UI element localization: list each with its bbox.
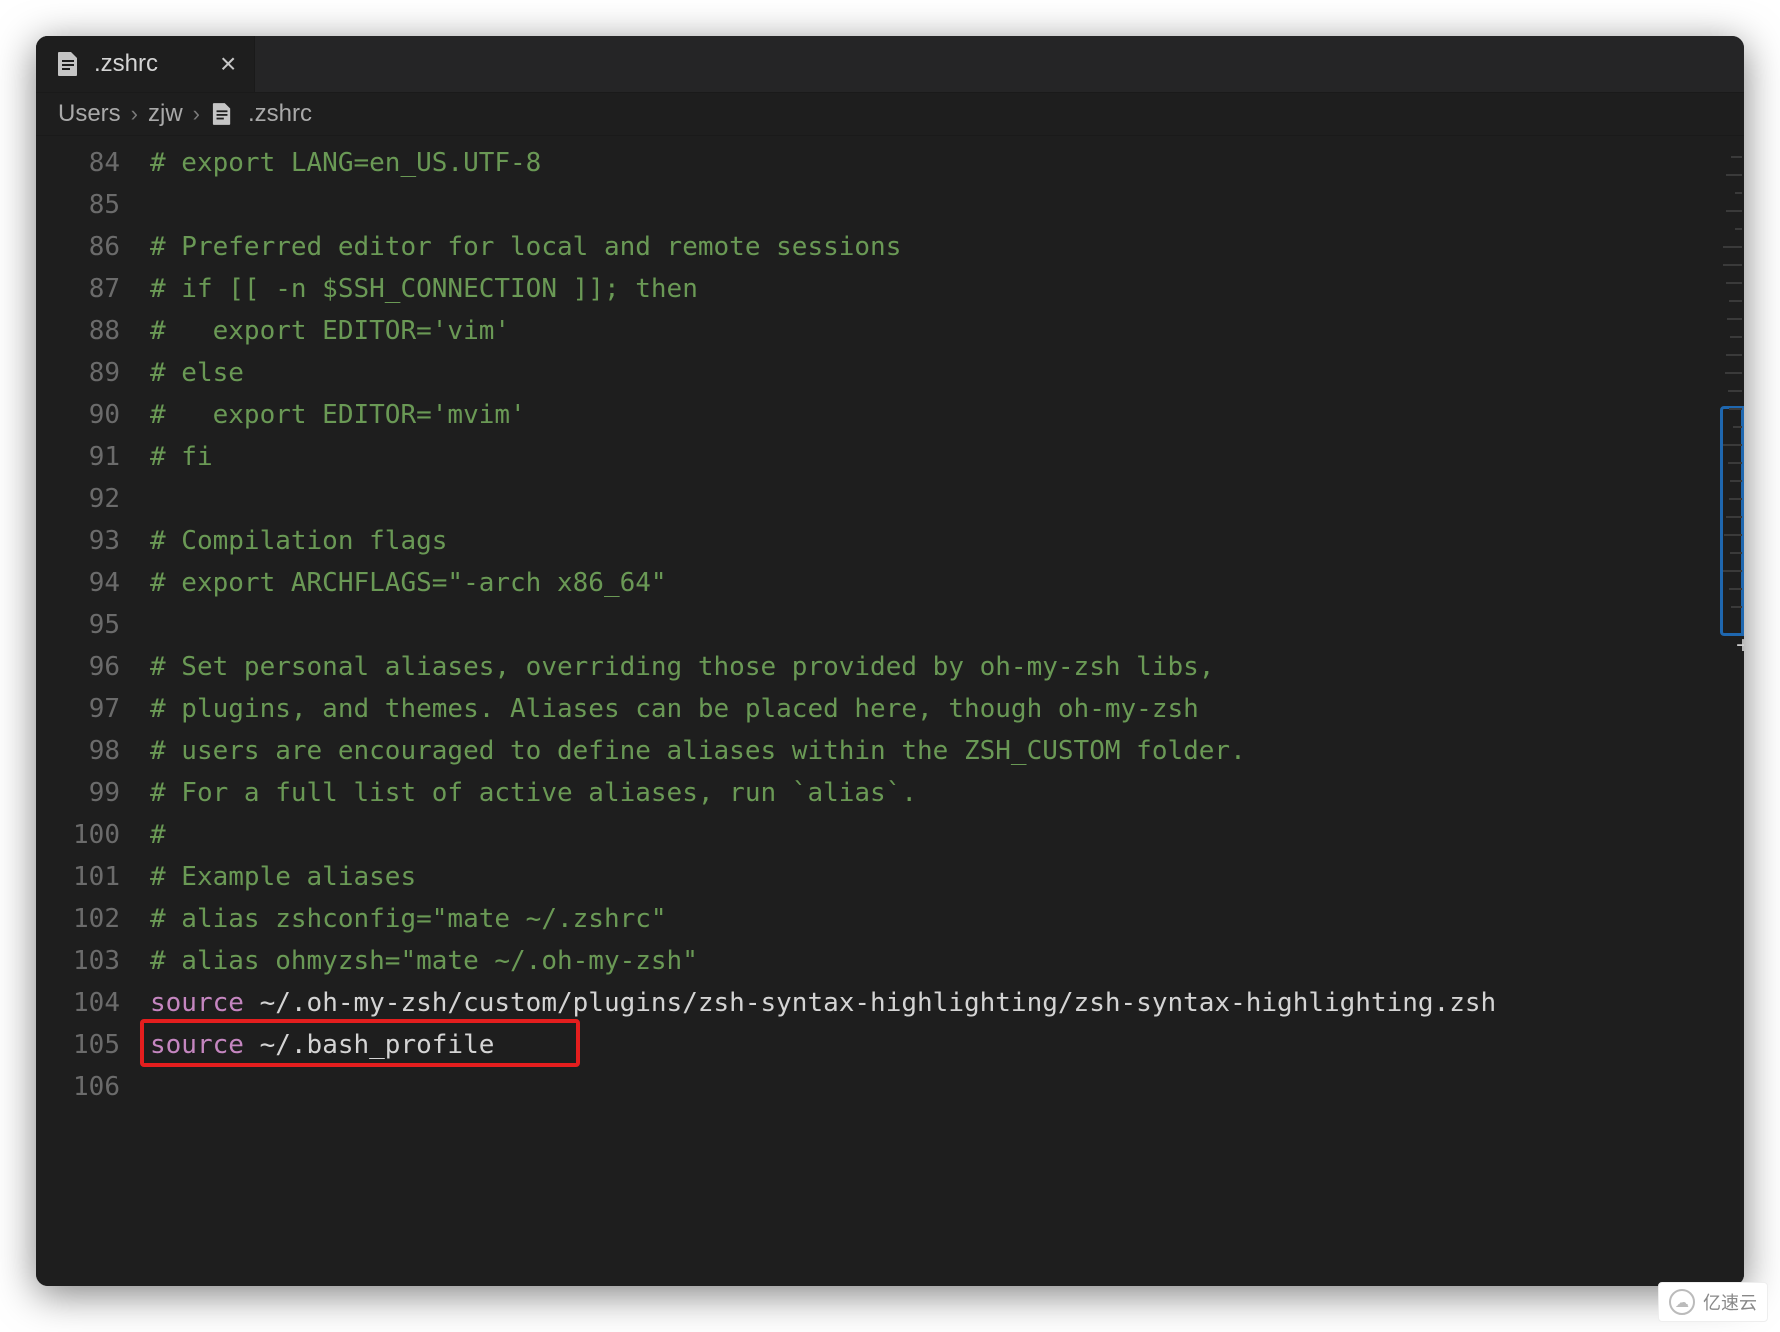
- code-line[interactable]: # else: [150, 352, 1496, 394]
- line-number: 89: [36, 352, 150, 394]
- line-number: 101: [36, 856, 150, 898]
- line-number: 106: [36, 1066, 150, 1108]
- line-number: 94: [36, 562, 150, 604]
- minimap[interactable]: +: [1716, 136, 1744, 1286]
- tab-bar: .zshrc ×: [36, 36, 1744, 92]
- line-number: 92: [36, 478, 150, 520]
- code-line[interactable]: #: [150, 814, 1496, 856]
- breadcrumb-label: .zshrc: [248, 100, 312, 128]
- code-line[interactable]: # Example aliases: [150, 856, 1496, 898]
- file-icon: [56, 52, 80, 76]
- file-icon: [210, 102, 234, 126]
- line-number: 84: [36, 142, 150, 184]
- code-line[interactable]: # plugins, and themes. Aliases can be pl…: [150, 688, 1496, 730]
- code-line[interactable]: # users are encouraged to define aliases…: [150, 730, 1496, 772]
- line-number: 87: [36, 268, 150, 310]
- editor-window: .zshrc × Users › zjw › .zshrc 8485868788…: [36, 36, 1744, 1286]
- code-line[interactable]: # export ARCHFLAGS="-arch x86_64": [150, 562, 1496, 604]
- line-number: 97: [36, 688, 150, 730]
- code-area[interactable]: # export LANG=en_US.UTF-8 # Preferred edi…: [150, 136, 1496, 1286]
- code-line[interactable]: # export EDITOR='mvim': [150, 394, 1496, 436]
- line-number: 99: [36, 772, 150, 814]
- watermark: ☁ 亿速云: [1658, 1282, 1768, 1322]
- breadcrumb-item[interactable]: Users: [58, 100, 121, 128]
- breadcrumb-item[interactable]: zjw: [148, 100, 183, 128]
- line-number: 100: [36, 814, 150, 856]
- code-line[interactable]: # Preferred editor for local and remote …: [150, 226, 1496, 268]
- code-line[interactable]: # alias ohmyzsh="mate ~/.oh-my-zsh": [150, 940, 1496, 982]
- code-line[interactable]: # alias zshconfig="mate ~/.zshrc": [150, 898, 1496, 940]
- close-icon[interactable]: ×: [220, 50, 236, 78]
- line-number: 85: [36, 184, 150, 226]
- line-number: 93: [36, 520, 150, 562]
- tab-label: .zshrc: [94, 50, 158, 78]
- line-number: 104: [36, 982, 150, 1024]
- code-line[interactable]: [150, 184, 1496, 226]
- line-number: 98: [36, 730, 150, 772]
- code-line[interactable]: source ~/.oh-my-zsh/custom/plugins/zsh-s…: [150, 982, 1496, 1024]
- code-line[interactable]: # fi: [150, 436, 1496, 478]
- line-number: 103: [36, 940, 150, 982]
- watermark-text: 亿速云: [1703, 1289, 1757, 1315]
- code-line[interactable]: [150, 604, 1496, 646]
- chevron-right-icon: ›: [193, 101, 200, 127]
- watermark-logo-icon: ☁: [1669, 1289, 1695, 1315]
- code-line[interactable]: [150, 478, 1496, 520]
- code-line[interactable]: # Compilation flags: [150, 520, 1496, 562]
- minimap-cursor-icon: +: [1736, 634, 1744, 658]
- code-line[interactable]: # export LANG=en_US.UTF-8: [150, 142, 1496, 184]
- gutter: 8485868788899091929394959697989910010110…: [36, 136, 150, 1286]
- code-line[interactable]: # if [[ -n $SSH_CONNECTION ]]; then: [150, 268, 1496, 310]
- line-number: 88: [36, 310, 150, 352]
- code-line[interactable]: [150, 1066, 1496, 1108]
- line-number: 86: [36, 226, 150, 268]
- code-line[interactable]: # For a full list of active aliases, run…: [150, 772, 1496, 814]
- tab-zshrc[interactable]: .zshrc ×: [36, 36, 255, 92]
- line-number: 96: [36, 646, 150, 688]
- breadcrumb-item[interactable]: .zshrc: [210, 100, 312, 128]
- editor-body[interactable]: 8485868788899091929394959697989910010110…: [36, 136, 1744, 1286]
- chevron-right-icon: ›: [131, 101, 138, 127]
- breadcrumb: Users › zjw › .zshrc: [36, 92, 1744, 136]
- line-number: 105: [36, 1024, 150, 1066]
- code-line[interactable]: # export EDITOR='vim': [150, 310, 1496, 352]
- line-number: 91: [36, 436, 150, 478]
- code-line[interactable]: # Set personal aliases, overriding those…: [150, 646, 1496, 688]
- code-line[interactable]: source ~/.bash_profile: [150, 1024, 1496, 1066]
- line-number: 102: [36, 898, 150, 940]
- line-number: 95: [36, 604, 150, 646]
- minimap-viewport[interactable]: [1720, 406, 1744, 636]
- line-number: 90: [36, 394, 150, 436]
